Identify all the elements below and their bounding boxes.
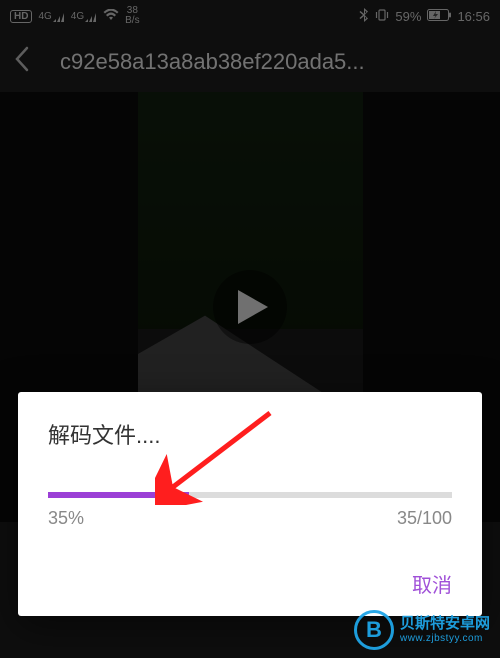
cancel-button[interactable]: 取消 — [412, 569, 452, 598]
progress-fill — [48, 492, 189, 498]
progress-bar — [48, 492, 452, 498]
decode-dialog: 解码文件.... 35% 35/100 取消 — [18, 392, 482, 616]
watermark-name: 贝斯特安卓网 — [400, 616, 490, 633]
progress-fraction: 35/100 — [397, 508, 452, 529]
progress-percent: 35% — [48, 508, 84, 529]
dialog-title: 解码文件.... — [48, 418, 452, 450]
watermark-url: www.zjbstyy.com — [400, 633, 490, 644]
watermark-logo-icon: B — [354, 610, 394, 650]
watermark: B 贝斯特安卓网 www.zjbstyy.com — [354, 610, 490, 650]
